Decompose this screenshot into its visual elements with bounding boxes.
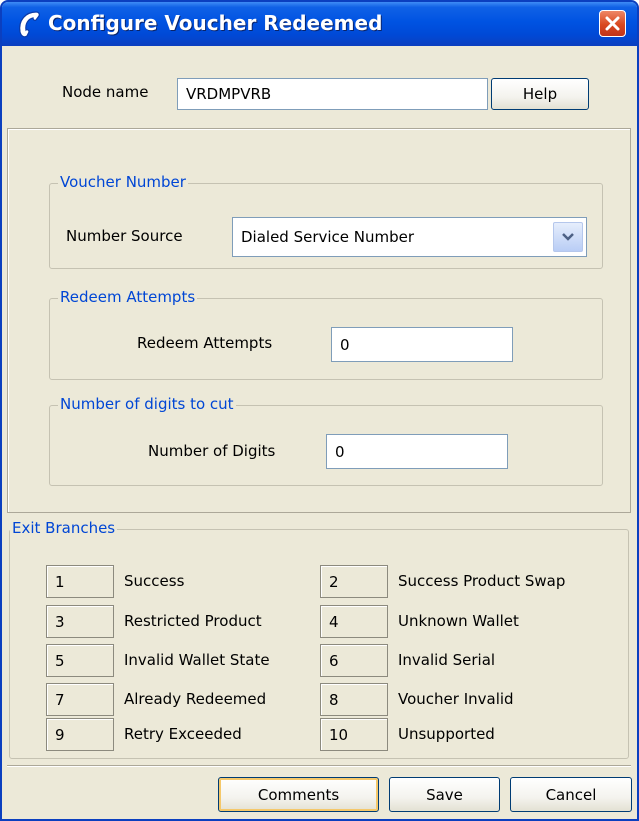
redeem-attempts-group: Redeem Attempts [49, 288, 603, 380]
branch-number: 8 [320, 683, 388, 716]
footer-divider [7, 765, 631, 766]
branch-number: 5 [46, 644, 114, 677]
branch-label: Voucher Invalid [398, 690, 514, 708]
branch-label: Already Redeemed [124, 690, 267, 708]
phone-handset-icon [14, 8, 44, 40]
digits-to-cut-title: Number of digits to cut [58, 395, 236, 413]
number-source-value: Dialed Service Number [241, 228, 415, 246]
node-name-field[interactable]: VRDMPVRB [177, 78, 488, 110]
branch-label: Retry Exceeded [124, 725, 242, 743]
save-button[interactable]: Save [389, 777, 500, 812]
branch-number: 6 [320, 644, 388, 677]
branch-label: Restricted Product [124, 612, 262, 630]
node-name-label: Node name [62, 83, 149, 101]
cancel-button[interactable]: Cancel [510, 777, 632, 812]
branch-label: Invalid Wallet State [124, 651, 270, 669]
branch-number: 1 [46, 565, 114, 598]
redeem-attempts-field[interactable]: 0 [331, 327, 513, 362]
branch-label: Success [124, 572, 185, 590]
branch-number: 10 [320, 718, 388, 751]
branch-number: 7 [46, 683, 114, 716]
number-source-dropdown[interactable]: Dialed Service Number [232, 217, 587, 257]
chevron-down-icon[interactable] [553, 222, 583, 252]
redeem-attempts-title: Redeem Attempts [58, 288, 198, 306]
close-icon [605, 16, 620, 31]
branch-number: 4 [320, 605, 388, 638]
title-bar[interactable]: Configure Voucher Redeemed [2, 2, 637, 46]
number-source-label: Number Source [66, 227, 183, 245]
exit-branches-title: Exit Branches [10, 519, 118, 537]
close-button[interactable] [599, 10, 626, 37]
window-title: Configure Voucher Redeemed [48, 11, 383, 35]
comments-button[interactable]: Comments [218, 777, 379, 812]
number-of-digits-label: Number of Digits [148, 442, 276, 460]
branch-label: Invalid Serial [398, 651, 496, 669]
voucher-number-title: Voucher Number [58, 173, 188, 191]
branch-number: 3 [46, 605, 114, 638]
branch-number: 2 [320, 565, 388, 598]
branch-number: 9 [46, 718, 114, 751]
branch-label: Unsupported [398, 725, 495, 743]
configure-dialog: Configure Voucher Redeemed Node name VRD… [0, 0, 639, 821]
branch-label: Success Product Swap [398, 572, 566, 590]
number-of-digits-field[interactable]: 0 [326, 434, 508, 469]
redeem-attempts-label: Redeem Attempts [137, 334, 273, 352]
help-button[interactable]: Help [491, 78, 589, 110]
branch-label: Unknown Wallet [398, 612, 519, 630]
